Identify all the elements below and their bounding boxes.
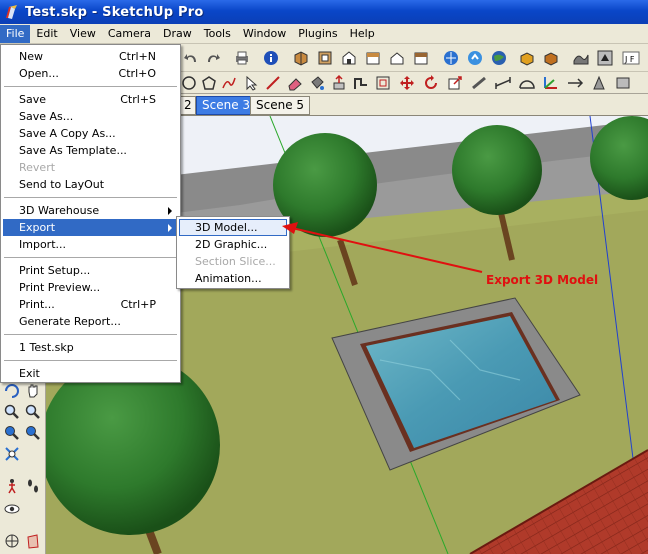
previous-view-icon[interactable]: [24, 424, 42, 442]
menu-separator: [4, 86, 177, 87]
eraser-tool-icon[interactable]: [286, 74, 304, 92]
back-view-icon[interactable]: [388, 49, 406, 67]
axes-tool-icon[interactable]: [542, 74, 560, 92]
line-tool-icon[interactable]: [264, 74, 282, 92]
scene-tab-scene-5[interactable]: Scene 5: [250, 96, 311, 115]
menu-item-save[interactable]: Save Ctrl+S: [3, 91, 178, 108]
protractor-icon[interactable]: [518, 74, 536, 92]
position-camera-icon[interactable]: [3, 445, 21, 463]
menu-item-generate-report[interactable]: Generate Report...: [3, 313, 178, 330]
sandbox-box-icon[interactable]: [24, 532, 42, 550]
dimension-tool-icon[interactable]: [494, 74, 512, 92]
model-info-icon[interactable]: [262, 49, 280, 67]
menu-separator: [4, 334, 177, 335]
share-model-icon[interactable]: [466, 49, 484, 67]
scene-tab-scene-3[interactable]: Scene 3: [196, 96, 257, 115]
menu-item-new[interactable]: New Ctrl+N: [3, 48, 178, 65]
menu-plugins[interactable]: Plugins: [292, 25, 343, 43]
undo-icon[interactable]: [182, 49, 200, 67]
menu-camera[interactable]: Camera: [102, 25, 157, 43]
walk-figure-icon[interactable]: [3, 477, 21, 495]
footprints-icon[interactable]: [24, 477, 42, 495]
sandbox-icon[interactable]: [572, 49, 590, 67]
menu-item-export-animation[interactable]: Animation...: [179, 270, 287, 287]
menu-item-send-to-layout[interactable]: Send to LayOut: [3, 176, 178, 193]
menu-item-recent-file[interactable]: 1 Test.skp: [3, 339, 178, 356]
menu-item-export[interactable]: Export: [3, 219, 178, 236]
menu-item-open[interactable]: Open... Ctrl+O: [3, 65, 178, 82]
menu-item-export-2d-graphic[interactable]: 2D Graphic...: [179, 236, 287, 253]
menu-item-print-setup[interactable]: Print Setup...: [3, 262, 178, 279]
pan-tool-icon[interactable]: [24, 382, 42, 400]
push-pull-icon[interactable]: [330, 74, 348, 92]
menu-help[interactable]: Help: [344, 25, 381, 43]
orbit-tool-icon[interactable]: [3, 382, 21, 400]
menu-tools[interactable]: Tools: [198, 25, 237, 43]
sketchup-app-icon: [6, 5, 17, 19]
export-submenu: 3D Model... 2D Graphic... Section Slice.…: [176, 216, 290, 289]
shadow-toggle-icon[interactable]: [596, 49, 614, 67]
rotate-tool-icon[interactable]: [422, 74, 440, 92]
menu-item-export-section-slice: Section Slice...: [195, 255, 276, 268]
right-view-icon[interactable]: [364, 49, 382, 67]
redo-icon[interactable]: [204, 49, 222, 67]
google-earth-icon[interactable]: [490, 49, 508, 67]
menu-window[interactable]: Window: [237, 25, 292, 43]
submenu-arrow-icon: [168, 224, 172, 232]
tape-measure-icon[interactable]: [470, 74, 488, 92]
left-view-icon[interactable]: [412, 49, 430, 67]
section-plane-tool-icon[interactable]: [3, 532, 21, 550]
menu-item-revert: Revert: [19, 161, 56, 174]
scene-tab-partial[interactable]: 2: [180, 96, 196, 115]
circle-tool-icon[interactable]: [180, 74, 198, 92]
look-around-eye-icon[interactable]: [3, 500, 21, 518]
select-tool-icon[interactable]: [242, 74, 260, 92]
offset-tool-icon[interactable]: [374, 74, 392, 92]
menu-item-save-as-template[interactable]: Save As Template...: [3, 142, 178, 159]
walk-tool-icon[interactable]: [590, 74, 608, 92]
menu-item-import[interactable]: Import...: [3, 236, 178, 253]
menu-item-print-preview[interactable]: Print Preview...: [3, 279, 178, 296]
zoom-tool-icon[interactable]: [3, 403, 21, 421]
window-title: Test.skp - SketchUp Pro: [25, 4, 204, 20]
get-models-icon[interactable]: [442, 49, 460, 67]
polygon-tool-icon[interactable]: [200, 74, 218, 92]
menu-separator: [4, 360, 177, 361]
menu-item-print[interactable]: Print... Ctrl+P: [3, 296, 178, 313]
submenu-arrow-icon: [168, 207, 172, 215]
front-view-icon[interactable]: [340, 49, 358, 67]
follow-me-icon[interactable]: [352, 74, 370, 92]
date-slider-icon[interactable]: J F: [622, 49, 640, 67]
svg-text:J F: J F: [624, 55, 635, 64]
menu-item-3d-warehouse[interactable]: 3D Warehouse: [3, 202, 178, 219]
paint-bucket-icon[interactable]: [308, 74, 326, 92]
print-icon[interactable]: [233, 49, 251, 67]
move-tool-icon[interactable]: [398, 74, 416, 92]
scale-tool-icon[interactable]: [446, 74, 464, 92]
menu-edit[interactable]: Edit: [30, 25, 63, 43]
menu-item-exit[interactable]: Exit: [3, 365, 178, 382]
annotation-label: Export 3D Model: [486, 273, 599, 287]
zoom-extents-icon[interactable]: [3, 424, 21, 442]
menu-item-export-3d-model[interactable]: 3D Model...: [179, 219, 287, 236]
iso-view-icon[interactable]: [292, 49, 310, 67]
top-view-icon[interactable]: [316, 49, 334, 67]
component-icon[interactable]: [518, 49, 536, 67]
section-plane-icon[interactable]: [566, 74, 584, 92]
menu-draw[interactable]: Draw: [157, 25, 198, 43]
look-around-icon[interactable]: [614, 74, 632, 92]
zoom-window-icon[interactable]: [24, 403, 42, 421]
menu-file[interactable]: File: [0, 24, 31, 43]
menu-separator: [4, 197, 177, 198]
menu-bar: File Edit View Camera Draw Tools Window …: [0, 24, 648, 44]
menu-item-save-as[interactable]: Save As...: [3, 108, 178, 125]
file-menu-dropdown: New Ctrl+N Open... Ctrl+O Save Ctrl+S Save …: [0, 44, 181, 383]
menu-separator: [4, 257, 177, 258]
title-bar: Test.skp - SketchUp Pro: [0, 0, 648, 24]
dynamic-component-icon[interactable]: [542, 49, 560, 67]
freehand-tool-icon[interactable]: [220, 74, 238, 92]
menu-item-save-a-copy-as[interactable]: Save A Copy As...: [3, 125, 178, 142]
menu-view[interactable]: View: [64, 25, 102, 43]
